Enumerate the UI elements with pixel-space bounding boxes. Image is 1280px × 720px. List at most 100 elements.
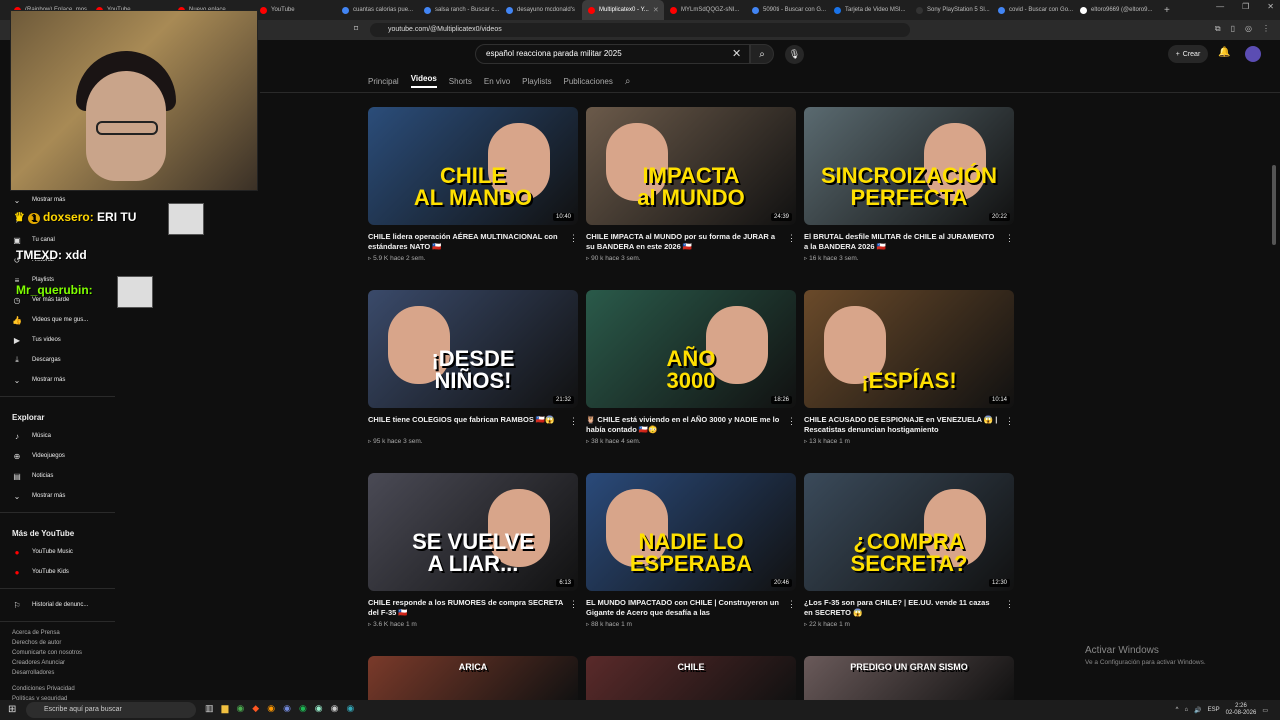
video-card[interactable]: NADIE LO ESPERABA 20:46 EL MUNDO IMPACTADO…	[586, 473, 796, 628]
more-options-icon[interactable]: ⋮	[787, 599, 796, 610]
video-card[interactable]: ¡ESPÍAS! 10:14 CHILE ACUSADO DE ESPIONAJE …	[804, 290, 1014, 445]
video-thumbnail[interactable]: AÑO 3000 18:26	[586, 290, 796, 408]
task-view-icon[interactable]: ▥	[205, 703, 214, 714]
video-card[interactable]: ¡DESDE NIÑOS! 21:32 CHILE tiene COLEGIOS q…	[368, 290, 578, 445]
more-options-icon[interactable]: ⋮	[787, 416, 796, 427]
avatar[interactable]	[1245, 46, 1261, 62]
video-title[interactable]: 🦉 CHILE está viviendo en el AÑO 3000 y N…	[586, 415, 782, 435]
video-title[interactable]: CHILE responde a los RUMORES de compra S…	[368, 598, 564, 618]
browser-tab[interactable]: Multiplicatex0 - Y... ✕	[582, 0, 664, 20]
profile-icon[interactable]: ◎	[1245, 24, 1252, 34]
sidebar-item[interactable]: ▶ Tus videos	[0, 330, 115, 350]
sidebar-item[interactable]: ⤓ Descargas	[0, 350, 115, 370]
video-thumbnail[interactable]: PREDIGO UN GRAN SISMO	[804, 656, 1014, 700]
firefox-icon[interactable]: ◉	[267, 703, 275, 714]
file-explorer-icon[interactable]: ▆	[222, 703, 229, 714]
create-button[interactable]: + Crear	[1168, 45, 1208, 63]
search-button[interactable]: ⌕	[750, 44, 774, 64]
more-options-icon[interactable]: ⋮	[569, 599, 578, 610]
video-title[interactable]: CHILE IMPACTA al MUNDO por su forma de J…	[586, 232, 782, 252]
sidebar-item[interactable]: ▣ Tu canal	[0, 230, 115, 250]
more-options-icon[interactable]: ⋮	[569, 233, 578, 244]
video-thumbnail[interactable]: IMPACTA al MUNDO 24:39	[586, 107, 796, 225]
video-card[interactable]: ¿COMPRA SECRETA? 12:30 ¿Los F-35 son para …	[804, 473, 1014, 628]
sidebar-item[interactable]: 👍 Videos que me gus...	[0, 310, 115, 330]
video-card[interactable]: PREDIGO UN GRAN SISMO	[804, 656, 1014, 700]
taskbar-search-input[interactable]: Escribe aquí para buscar	[26, 702, 196, 718]
network-icon[interactable]: ⌂	[1185, 707, 1189, 713]
bookmark-icon[interactable]: ⌑	[354, 24, 358, 33]
volume-icon[interactable]: 🔊	[1194, 707, 1201, 714]
language-indicator[interactable]: ESP	[1208, 707, 1220, 713]
browser-tab[interactable]: Sony PlayStation 5 Sl...	[910, 0, 992, 20]
more-options-icon[interactable]: ⋮	[569, 416, 578, 427]
video-title[interactable]: CHILE tiene COLEGIOS que fabrican RAMBOS…	[368, 415, 564, 435]
video-card[interactable]: CHILE AL MANDO 10:40 CHILE lidera operació…	[368, 107, 578, 262]
tab-playlists[interactable]: Playlists	[522, 77, 551, 86]
url-field[interactable]: youtube.com/@Multiplicatex0/videos	[370, 23, 910, 37]
more-options-icon[interactable]: ⋮	[1005, 233, 1014, 244]
steam-icon[interactable]: ◉	[315, 703, 323, 714]
video-card[interactable]: SE VUELVE A LIAR... 6:13 CHILE responde a …	[368, 473, 578, 628]
more-options-icon[interactable]: ⋮	[787, 233, 796, 244]
video-card[interactable]: IMPACTA al MUNDO 24:39 CHILE IMPACTA al MU…	[586, 107, 796, 262]
minimize-icon[interactable]: —	[1216, 2, 1224, 11]
video-card[interactable]: ARICA	[368, 656, 578, 700]
more-options-icon[interactable]: ⋮	[1005, 416, 1014, 427]
browser-tab[interactable]: desayuno mcdonald's	[500, 0, 582, 20]
notifications-icon[interactable]: ▭	[1262, 707, 1268, 714]
sidebar-item[interactable]: ⊕ Videojuegos	[0, 446, 115, 466]
notifications-bell-icon[interactable]: 🔔	[1218, 47, 1230, 58]
browser-tab[interactable]: salsa ranch - Buscar c...	[418, 0, 500, 20]
video-thumbnail[interactable]: ARICA	[368, 656, 578, 700]
extension-icon[interactable]: ⧉	[1215, 24, 1221, 34]
search-input[interactable]: español reacciona parada militar 2025	[475, 44, 750, 64]
windows-start-icon[interactable]: ⊞	[8, 704, 16, 715]
video-title[interactable]: ¿Los F-35 son para CHILE? | EE.UU. vende…	[804, 598, 1000, 618]
browser-tab[interactable]: 5090ti - Buscar con G...	[746, 0, 828, 20]
brave-icon[interactable]: ◆	[252, 703, 259, 714]
tab-shorts[interactable]: Shorts	[449, 77, 472, 86]
sidebar-item[interactable]: ⌄ Mostrar más	[0, 370, 115, 390]
clock[interactable]: 2:26 02-08-2026	[1226, 703, 1257, 717]
browser-tab[interactable]: eltoro9669 (@eltoro9...	[1074, 0, 1156, 20]
channel-search-icon[interactable]: ⌕	[625, 76, 631, 87]
video-card[interactable]: AÑO 3000 18:26 🦉 CHILE está viviendo en el…	[586, 290, 796, 445]
close-window-icon[interactable]: ✕	[1267, 2, 1274, 11]
tab-publicaciones[interactable]: Publicaciones	[563, 77, 612, 86]
video-title[interactable]: CHILE ACUSADO DE ESPIONAJE en VENEZUELA …	[804, 415, 1000, 435]
sidebar-item[interactable]: ● YouTube Music	[0, 542, 115, 562]
video-card[interactable]: SINCROIZACIÓN PERFECTA 20:22 El BRUTAL des…	[804, 107, 1014, 262]
browser-tab[interactable]: MYLmSdQQGZ-sNI...	[664, 0, 746, 20]
sidebar-item[interactable]: ⚐ Historial de denunc...	[0, 595, 115, 615]
scrollbar[interactable]	[1272, 165, 1276, 245]
video-thumbnail[interactable]: CHILE	[586, 656, 796, 700]
sidebar-item[interactable]: ♪ Música	[0, 426, 115, 446]
sidebar-item[interactable]: ⌄ Mostrar más	[0, 190, 115, 210]
video-thumbnail[interactable]: CHILE AL MANDO 10:40	[368, 107, 578, 225]
browser-tab[interactable]: Tarjeta de Video MSI...	[828, 0, 910, 20]
video-title[interactable]: EL MUNDO IMPACTADO con CHILE | Construye…	[586, 598, 782, 618]
sidebar-item[interactable]: ⌄ Mostrar más	[0, 486, 115, 506]
video-thumbnail[interactable]: ¿COMPRA SECRETA? 12:30	[804, 473, 1014, 591]
menu-icon[interactable]: ⋮	[1262, 24, 1270, 34]
video-title[interactable]: El BRUTAL desfile MILITAR de CHILE al JU…	[804, 232, 1000, 252]
restore-icon[interactable]: ❐	[1242, 2, 1249, 11]
chevron-up-icon[interactable]: ^	[1176, 707, 1179, 713]
spotify-icon[interactable]: ◉	[299, 703, 307, 714]
discord-icon[interactable]: ◉	[283, 703, 291, 714]
obs-icon[interactable]: ◉	[331, 703, 339, 714]
video-thumbnail[interactable]: SE VUELVE A LIAR... 6:13	[368, 473, 578, 591]
video-title[interactable]: CHILE lidera operación AÉREA MULTINACION…	[368, 232, 564, 252]
video-thumbnail[interactable]: SINCROIZACIÓN PERFECTA 20:22	[804, 107, 1014, 225]
video-card[interactable]: CHILE	[586, 656, 796, 700]
video-thumbnail[interactable]: ¡ESPÍAS! 10:14	[804, 290, 1014, 408]
sidebar-item[interactable]: ● YouTube Kids	[0, 562, 115, 582]
video-thumbnail[interactable]: ¡DESDE NIÑOS! 21:32	[368, 290, 578, 408]
sidebar-icon[interactable]: ▯	[1231, 24, 1235, 34]
edge-icon[interactable]: ◉	[347, 703, 355, 714]
sidebar-item[interactable]: ▤ Noticias	[0, 466, 115, 486]
browser-tab[interactable]: YouTube	[254, 0, 336, 20]
tab-close-icon[interactable]: ✕	[653, 6, 659, 14]
more-options-icon[interactable]: ⋮	[1005, 599, 1014, 610]
